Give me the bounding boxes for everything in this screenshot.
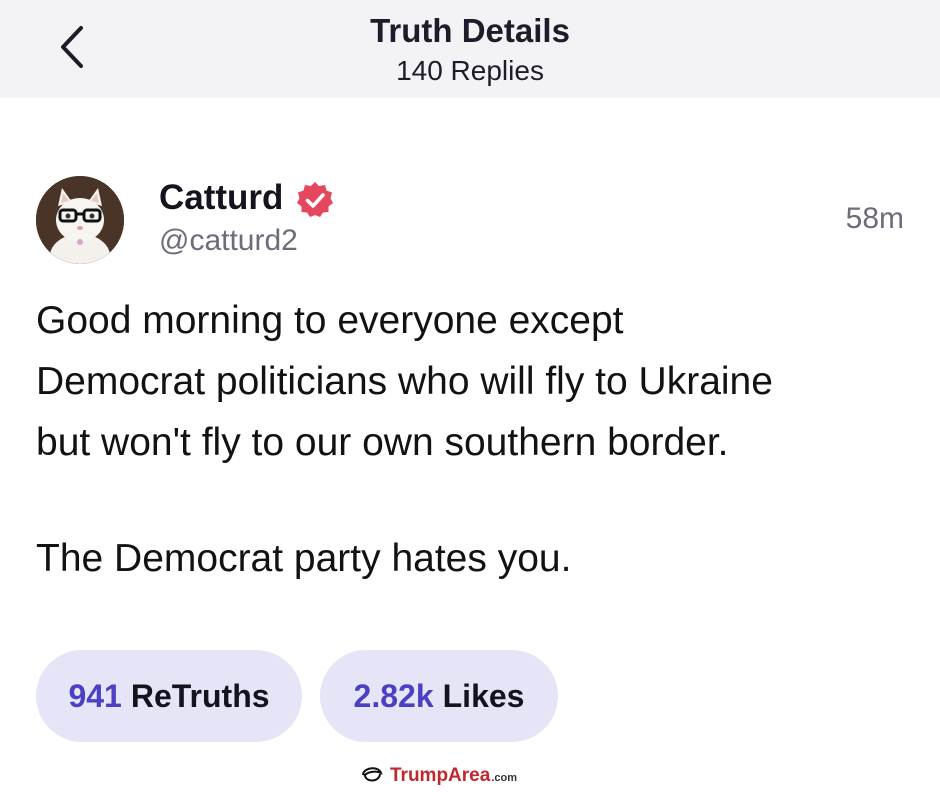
post-line: Good morning to everyone except — [36, 299, 624, 342]
watermark: TrumpArea .com — [360, 765, 517, 787]
post-line: The Democrat party hates you. — [36, 537, 572, 580]
retruths-button[interactable]: 941 ReTruths — [36, 650, 302, 742]
cat-avatar-image — [36, 176, 124, 264]
post-line: Democrat politicians who will fly to Ukr… — [36, 360, 773, 403]
author-handle[interactable]: @catturd2 — [159, 224, 298, 258]
top-bar: Truth Details 140 Replies — [0, 0, 940, 98]
verified-badge-icon — [297, 182, 333, 217]
hair-logo-icon — [361, 767, 383, 782]
likes-button[interactable]: 2.82k Likes — [320, 650, 558, 742]
likes-count: 2.82k — [353, 677, 434, 714]
likes-label: Likes — [442, 677, 525, 714]
avatar[interactable] — [36, 176, 124, 264]
post-timestamp: 58m — [845, 202, 904, 235]
retruths-count: 941 — [68, 677, 122, 714]
post-text: Good morning to everyone except Democrat… — [36, 290, 916, 589]
page-title: Truth Details — [370, 12, 570, 49]
reply-count: 140 Replies — [396, 55, 544, 86]
retruths-label: ReTruths — [130, 677, 270, 714]
watermark-suffix: .com — [491, 772, 517, 784]
post-line: but won't fly to our own southern border… — [36, 421, 729, 464]
author-name[interactable]: Catturd — [159, 178, 283, 218]
watermark-brand: TrumpArea — [390, 765, 491, 786]
